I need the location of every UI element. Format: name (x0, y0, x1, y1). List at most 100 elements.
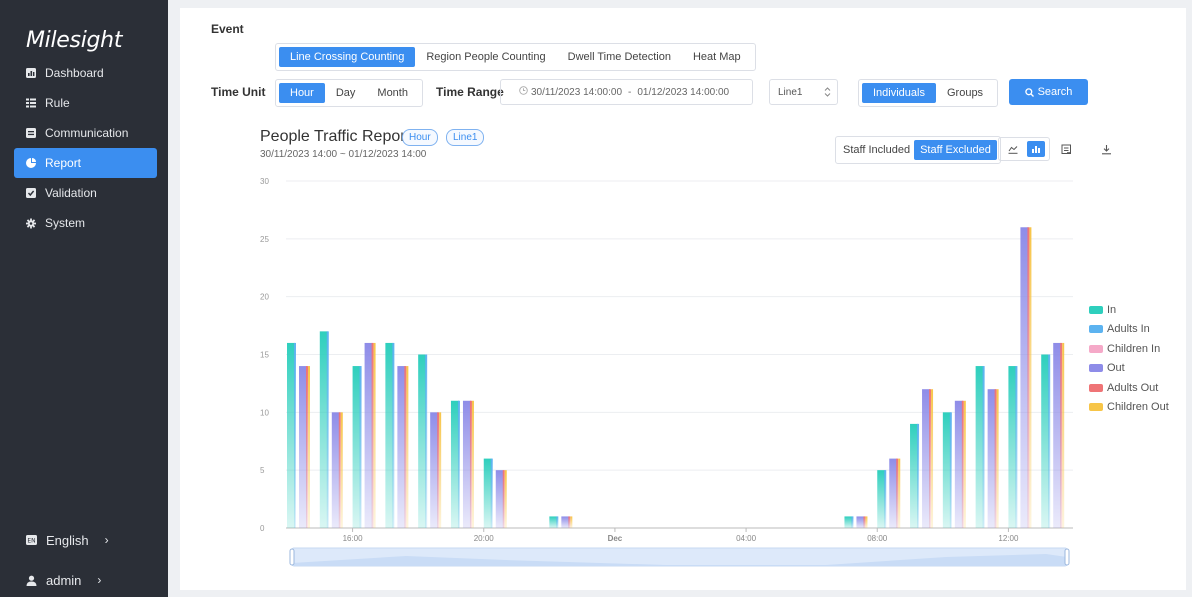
bar-out (1053, 342, 1062, 528)
x-tick-label: 12:00 (998, 534, 1019, 543)
bar-adults-out (929, 389, 932, 528)
language-label: English (46, 532, 89, 548)
sidebar-item-label: Report (45, 156, 82, 170)
legend-swatch (1089, 364, 1103, 373)
legend-item[interactable]: In (1089, 300, 1169, 320)
bar-out (987, 389, 996, 528)
sidebar-item-report[interactable]: Report (14, 148, 157, 178)
bar-adults-out (568, 516, 571, 528)
legend-label: In (1107, 303, 1117, 316)
bar-in (1041, 354, 1050, 528)
bar-in (483, 458, 492, 528)
bar-in (450, 400, 459, 528)
legend-item[interactable]: Adults Out (1089, 378, 1169, 398)
bar-adults-in (1015, 366, 1018, 528)
legend-label: Out (1107, 362, 1125, 375)
validation-icon (26, 188, 36, 198)
sidebar-item-dashboard[interactable]: Dashboard (14, 58, 157, 88)
bar-adults-in (1048, 354, 1051, 528)
y-tick-label: 0 (260, 524, 265, 533)
bar-adults-in (392, 342, 395, 528)
legend-label: Adults Out (1107, 381, 1159, 394)
bar-adults-in (982, 366, 985, 528)
bar-adults-out (961, 400, 964, 528)
bar-children-out (570, 516, 573, 528)
bar-children-out (340, 412, 343, 528)
zoom-handle-right (1064, 548, 1070, 566)
bar-adults-out (437, 412, 440, 528)
bar-children-out (504, 470, 507, 528)
sidebar-item-communication[interactable]: Communication (14, 118, 157, 148)
bar-adults-in (949, 412, 952, 528)
bar-in (942, 412, 951, 528)
bar-adults-out (338, 412, 341, 528)
bar-out (1020, 227, 1029, 528)
sidebar-item-label: Rule (45, 96, 70, 110)
zoom-handle-left (289, 548, 295, 566)
bar-adults-out (1027, 227, 1030, 528)
bar-adults-in (425, 354, 428, 528)
bar-children-out (898, 458, 901, 528)
milesight-logo: Milesight (26, 28, 123, 53)
bar-out (364, 342, 373, 528)
chevron-right-icon: › (104, 533, 109, 547)
bar-out (462, 400, 471, 528)
bar-out (922, 389, 931, 528)
sidebar: Milesight Dashboard Rule Communication R… (0, 0, 168, 597)
bar-in (877, 470, 886, 528)
legend-item[interactable]: Children In (1089, 339, 1169, 359)
user-icon (26, 575, 37, 586)
bar-children-out (865, 516, 868, 528)
legend-swatch (1089, 403, 1103, 412)
bar-adults-out (306, 366, 308, 528)
legend-item[interactable]: Out (1089, 359, 1169, 379)
sidebar-item-rule[interactable]: Rule (14, 88, 157, 118)
bar-out (495, 470, 504, 528)
sidebar-item-label: Validation (45, 186, 97, 200)
bar-out (561, 516, 570, 528)
x-tick-label: 08:00 (867, 534, 888, 543)
sidebar-item-validation[interactable]: Validation (14, 178, 157, 208)
user-menu[interactable]: admin › (14, 566, 157, 594)
sidebar-item-label: Communication (45, 126, 129, 140)
report-icon (26, 158, 36, 168)
bar-adults-out (994, 389, 997, 528)
bar-adults-out (896, 458, 899, 528)
communication-icon (26, 128, 36, 138)
bar-in (975, 366, 984, 528)
people-traffic-chart: 0 5 10 15 20 25 30 16:00 20:00 Dec 04:00 08:00 12:00 (260, 177, 1073, 567)
bar-adults-in (917, 423, 920, 528)
gear-icon (26, 218, 36, 228)
bar-in (319, 331, 328, 528)
bar-in (418, 354, 427, 528)
bar-adults-in (556, 516, 559, 528)
chevron-right-icon: › (97, 573, 102, 587)
svg-text:EN: EN (27, 538, 35, 545)
legend-label: Children Out (1107, 401, 1169, 414)
legend-item[interactable]: Adults In (1089, 320, 1169, 340)
sidebar-item-system[interactable]: System (14, 208, 157, 238)
bar-adults-out (469, 400, 472, 528)
bar-adults-in (359, 366, 362, 528)
bar-out (889, 458, 898, 528)
bar-in (287, 342, 295, 528)
bar-in (549, 516, 558, 528)
legend-swatch (1089, 344, 1103, 353)
bar-out (397, 366, 406, 528)
y-tick-label: 15 (260, 351, 269, 360)
legend-swatch (1089, 325, 1103, 334)
rule-icon (26, 98, 36, 108)
bar-out (331, 412, 340, 528)
bar-adults-out (502, 470, 505, 528)
bar-out (430, 412, 439, 528)
bar-children-out (931, 389, 934, 528)
y-tick-label: 5 (260, 466, 265, 475)
legend-item[interactable]: Children Out (1089, 398, 1169, 418)
bar-children-out (308, 366, 310, 528)
bar-in (1008, 366, 1017, 528)
language-switcher[interactable]: EN English › (14, 526, 157, 554)
bar-adults-out (1060, 342, 1063, 528)
y-tick-label: 20 (260, 293, 269, 302)
bar-out (954, 400, 963, 528)
bar-children-out (471, 400, 474, 528)
